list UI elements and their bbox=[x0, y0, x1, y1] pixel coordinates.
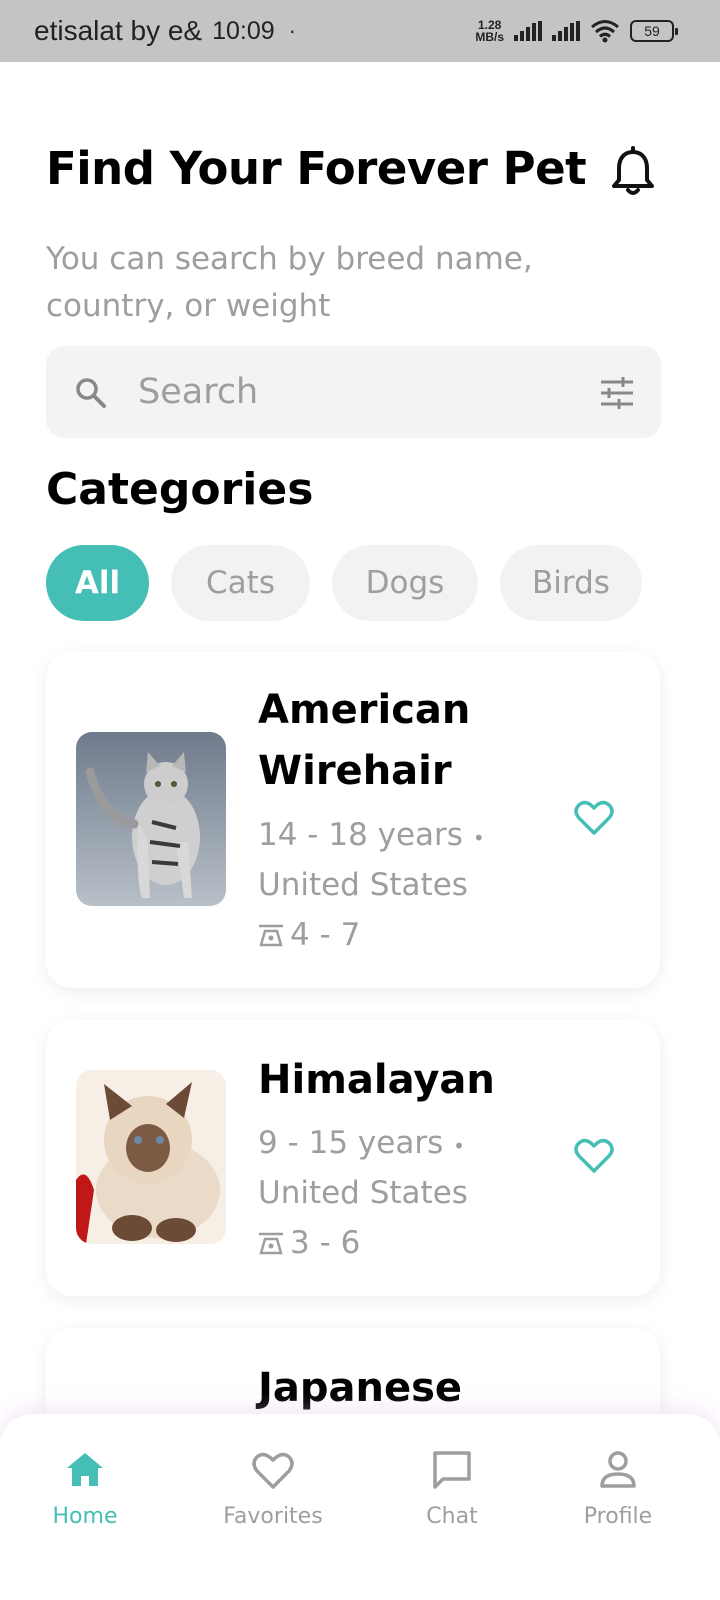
page-subtitle: You can search by breed name, country, o… bbox=[46, 241, 533, 324]
nav-label: Profile bbox=[583, 1504, 653, 1529]
chip-label: Birds bbox=[532, 565, 610, 601]
nav-label: Chat bbox=[426, 1504, 478, 1529]
pet-meta: 14 - 18 years • United States bbox=[258, 812, 558, 909]
weight-icon bbox=[259, 924, 283, 947]
pet-weight-value: 3 - 6 bbox=[290, 1225, 361, 1261]
pet-photo-american-wirehair bbox=[76, 732, 226, 906]
chip-dogs[interactable]: Dogs bbox=[332, 545, 478, 621]
chip-birds[interactable]: Birds bbox=[500, 545, 642, 621]
search-icon bbox=[76, 378, 106, 408]
pet-card-american-wirehair[interactable]: American Wirehair 14 - 18 years • United… bbox=[46, 652, 660, 988]
profile-icon bbox=[600, 1451, 636, 1488]
pet-lifespan: 14 - 18 years bbox=[258, 817, 463, 853]
pet-name: American Wirehair bbox=[258, 687, 471, 794]
heart-icon bbox=[252, 1452, 294, 1489]
page-title: Find Your Forever Pet bbox=[46, 142, 587, 195]
heart-icon[interactable] bbox=[574, 800, 614, 836]
chip-all[interactable]: All bbox=[46, 545, 149, 621]
pet-weight-value: 4 - 7 bbox=[290, 917, 361, 953]
weight-icon bbox=[259, 1232, 283, 1255]
pet-photo-himalayan bbox=[76, 1070, 226, 1244]
nav-label: Home bbox=[52, 1504, 118, 1529]
signal-2-icon bbox=[552, 21, 580, 41]
pet-meta: 9 - 15 years • United States bbox=[258, 1120, 558, 1217]
nav-chat[interactable]: Chat bbox=[382, 1448, 522, 1529]
status-dot: · bbox=[288, 18, 296, 43]
bell-icon[interactable] bbox=[610, 146, 656, 198]
pet-country: United States bbox=[258, 1175, 468, 1211]
meta-separator: • bbox=[453, 1134, 465, 1158]
nav-label: Favorites bbox=[223, 1504, 323, 1529]
search-input[interactable] bbox=[138, 364, 578, 420]
carrier-name: etisalat by e& bbox=[34, 15, 203, 46]
nav-home[interactable]: Home bbox=[15, 1448, 155, 1529]
status-time: 10:09 bbox=[212, 16, 275, 45]
signal-1-icon bbox=[514, 21, 542, 41]
status-left: etisalat by e& 10:09 · bbox=[34, 15, 296, 47]
chat-icon bbox=[433, 1451, 471, 1489]
net-speed-unit: MB/s bbox=[475, 30, 504, 44]
chip-label: Cats bbox=[206, 565, 275, 601]
status-bar: etisalat by e& 10:09 · 1.28 MB/s 59 bbox=[0, 0, 720, 62]
pet-name: Himalayan bbox=[258, 1057, 495, 1103]
battery-icon: 59 bbox=[630, 20, 678, 42]
net-speed: 1.28 MB/s bbox=[475, 19, 504, 43]
category-chips: All Cats Dogs Birds bbox=[46, 545, 642, 621]
categories-title: Categories bbox=[46, 464, 314, 515]
meta-separator: • bbox=[472, 826, 485, 850]
pet-country: United States bbox=[258, 867, 468, 903]
pet-name: Japanese bbox=[258, 1365, 463, 1411]
search-bar bbox=[46, 346, 661, 438]
chip-cats[interactable]: Cats bbox=[171, 545, 310, 621]
pet-weight: 4 - 7 bbox=[258, 917, 360, 953]
screen: etisalat by e& 10:09 · 1.28 MB/s 59 Find… bbox=[0, 0, 720, 1600]
chip-label: All bbox=[74, 565, 121, 601]
pet-lifespan: 9 - 15 years bbox=[258, 1125, 444, 1161]
wifi-icon bbox=[591, 20, 619, 43]
filter-icon[interactable] bbox=[599, 376, 635, 410]
pet-card-himalayan[interactable]: Himalayan 9 - 15 years • United States 3… bbox=[46, 1020, 660, 1296]
chip-label: Dogs bbox=[365, 565, 445, 601]
battery-level: 59 bbox=[644, 23, 660, 39]
status-right: 1.28 MB/s 59 bbox=[475, 19, 678, 43]
home-icon bbox=[67, 1453, 103, 1486]
pet-weight: 3 - 6 bbox=[258, 1225, 360, 1261]
nav-favorites[interactable]: Favorites bbox=[203, 1448, 343, 1529]
nav-profile[interactable]: Profile bbox=[548, 1448, 688, 1529]
bottom-nav: Home Favorites Chat Profile bbox=[0, 1414, 720, 1600]
heart-icon[interactable] bbox=[574, 1138, 614, 1174]
